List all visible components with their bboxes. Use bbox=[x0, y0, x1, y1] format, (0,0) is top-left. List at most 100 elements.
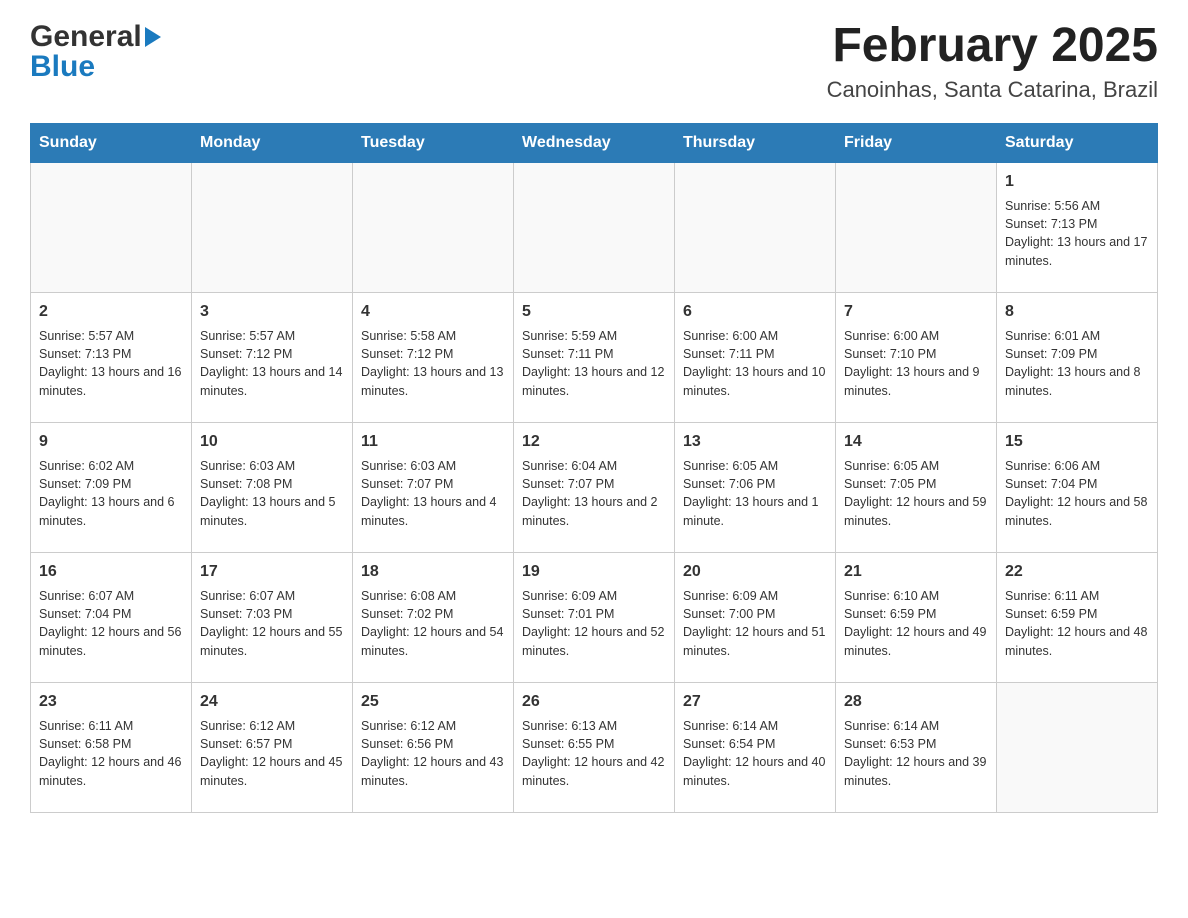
page-header: General Blue February 2025 Canoinhas, Sa… bbox=[30, 20, 1158, 103]
calendar-week-row: 1 Sunrise: 5:56 AMSunset: 7:13 PMDaylight… bbox=[31, 162, 1158, 292]
day-info: Sunrise: 5:57 AMSunset: 7:12 PMDaylight:… bbox=[200, 327, 344, 400]
day-info: Sunrise: 6:03 AMSunset: 7:07 PMDaylight:… bbox=[361, 457, 505, 530]
day-number: 28 bbox=[844, 691, 988, 713]
day-info: Sunrise: 6:07 AMSunset: 7:04 PMDaylight:… bbox=[39, 587, 183, 660]
day-info: Sunrise: 5:56 AMSunset: 7:13 PMDaylight:… bbox=[1005, 197, 1149, 270]
day-info: Sunrise: 6:07 AMSunset: 7:03 PMDaylight:… bbox=[200, 587, 344, 660]
day-of-week-header: Saturday bbox=[997, 123, 1158, 162]
day-of-week-header: Friday bbox=[836, 123, 997, 162]
day-info: Sunrise: 6:12 AMSunset: 6:56 PMDaylight:… bbox=[361, 717, 505, 790]
location-subtitle: Canoinhas, Santa Catarina, Brazil bbox=[827, 77, 1158, 103]
day-info: Sunrise: 6:14 AMSunset: 6:53 PMDaylight:… bbox=[844, 717, 988, 790]
day-of-week-header: Tuesday bbox=[353, 123, 514, 162]
day-info: Sunrise: 6:02 AMSunset: 7:09 PMDaylight:… bbox=[39, 457, 183, 530]
calendar-day-cell: 23 Sunrise: 6:11 AMSunset: 6:58 PMDayligh… bbox=[31, 682, 192, 812]
day-number: 13 bbox=[683, 431, 827, 453]
calendar-day-cell: 28 Sunrise: 6:14 AMSunset: 6:53 PMDayligh… bbox=[836, 682, 997, 812]
day-info: Sunrise: 6:03 AMSunset: 7:08 PMDaylight:… bbox=[200, 457, 344, 530]
logo-general-text: General bbox=[30, 20, 142, 54]
title-area: February 2025 Canoinhas, Santa Catarina,… bbox=[827, 20, 1158, 103]
day-number: 6 bbox=[683, 301, 827, 323]
day-number: 27 bbox=[683, 691, 827, 713]
day-number: 10 bbox=[200, 431, 344, 453]
calendar-day-cell: 1 Sunrise: 5:56 AMSunset: 7:13 PMDaylight… bbox=[997, 162, 1158, 292]
calendar-week-row: 2Sunrise: 5:57 AMSunset: 7:13 PMDaylight… bbox=[31, 292, 1158, 422]
calendar-day-cell: 18 Sunrise: 6:08 AMSunset: 7:02 PMDayligh… bbox=[353, 552, 514, 682]
calendar-day-cell: 19Sunrise: 6:09 AMSunset: 7:01 PMDayligh… bbox=[514, 552, 675, 682]
day-info: Sunrise: 5:59 AMSunset: 7:11 PMDaylight:… bbox=[522, 327, 666, 400]
calendar-day-cell: 9 Sunrise: 6:02 AMSunset: 7:09 PMDaylight… bbox=[31, 422, 192, 552]
calendar-day-cell: 20 Sunrise: 6:09 AMSunset: 7:00 PMDayligh… bbox=[675, 552, 836, 682]
day-number: 7 bbox=[844, 301, 988, 323]
calendar-day-cell bbox=[353, 162, 514, 292]
calendar-table: SundayMondayTuesdayWednesdayThursdayFrid… bbox=[30, 123, 1158, 813]
day-info: Sunrise: 5:57 AMSunset: 7:13 PMDaylight:… bbox=[39, 327, 183, 400]
day-info: Sunrise: 6:11 AMSunset: 6:58 PMDaylight:… bbox=[39, 717, 183, 790]
day-number: 12 bbox=[522, 431, 666, 453]
day-number: 20 bbox=[683, 561, 827, 583]
day-number: 14 bbox=[844, 431, 988, 453]
day-number: 21 bbox=[844, 561, 988, 583]
calendar-day-cell: 2Sunrise: 5:57 AMSunset: 7:13 PMDaylight… bbox=[31, 292, 192, 422]
day-info: Sunrise: 6:00 AMSunset: 7:10 PMDaylight:… bbox=[844, 327, 988, 400]
day-number: 24 bbox=[200, 691, 344, 713]
logo-arrow-icon bbox=[145, 27, 161, 47]
day-info: Sunrise: 6:04 AMSunset: 7:07 PMDaylight:… bbox=[522, 457, 666, 530]
day-info: Sunrise: 6:13 AMSunset: 6:55 PMDaylight:… bbox=[522, 717, 666, 790]
day-info: Sunrise: 6:10 AMSunset: 6:59 PMDaylight:… bbox=[844, 587, 988, 660]
day-number: 18 bbox=[361, 561, 505, 583]
calendar-body: 1 Sunrise: 5:56 AMSunset: 7:13 PMDaylight… bbox=[31, 162, 1158, 812]
calendar-day-cell bbox=[192, 162, 353, 292]
day-info: Sunrise: 6:06 AMSunset: 7:04 PMDaylight:… bbox=[1005, 457, 1149, 530]
day-of-week-header: Thursday bbox=[675, 123, 836, 162]
calendar-day-cell: 27 Sunrise: 6:14 AMSunset: 6:54 PMDayligh… bbox=[675, 682, 836, 812]
day-info: Sunrise: 6:00 AMSunset: 7:11 PMDaylight:… bbox=[683, 327, 827, 400]
day-info: Sunrise: 6:12 AMSunset: 6:57 PMDaylight:… bbox=[200, 717, 344, 790]
calendar-header: SundayMondayTuesdayWednesdayThursdayFrid… bbox=[31, 123, 1158, 162]
calendar-day-cell: 4Sunrise: 5:58 AMSunset: 7:12 PMDaylight… bbox=[353, 292, 514, 422]
day-number: 11 bbox=[361, 431, 505, 453]
day-info: Sunrise: 6:08 AMSunset: 7:02 PMDaylight:… bbox=[361, 587, 505, 660]
day-number: 22 bbox=[1005, 561, 1149, 583]
day-number: 4 bbox=[361, 301, 505, 323]
calendar-day-cell: 12 Sunrise: 6:04 AMSunset: 7:07 PMDayligh… bbox=[514, 422, 675, 552]
calendar-day-cell: 22 Sunrise: 6:11 AMSunset: 6:59 PMDayligh… bbox=[997, 552, 1158, 682]
calendar-day-cell: 15 Sunrise: 6:06 AMSunset: 7:04 PMDayligh… bbox=[997, 422, 1158, 552]
day-number: 23 bbox=[39, 691, 183, 713]
calendar-week-row: 23 Sunrise: 6:11 AMSunset: 6:58 PMDayligh… bbox=[31, 682, 1158, 812]
day-info: Sunrise: 6:11 AMSunset: 6:59 PMDaylight:… bbox=[1005, 587, 1149, 660]
calendar-day-cell: 24 Sunrise: 6:12 AMSunset: 6:57 PMDayligh… bbox=[192, 682, 353, 812]
calendar-day-cell: 10 Sunrise: 6:03 AMSunset: 7:08 PMDayligh… bbox=[192, 422, 353, 552]
day-number: 1 bbox=[1005, 171, 1149, 193]
logo: General Blue bbox=[30, 20, 161, 84]
calendar-day-cell: 6 Sunrise: 6:00 AMSunset: 7:11 PMDaylight… bbox=[675, 292, 836, 422]
day-of-week-header: Sunday bbox=[31, 123, 192, 162]
calendar-day-cell bbox=[997, 682, 1158, 812]
day-number: 9 bbox=[39, 431, 183, 453]
day-of-week-header: Monday bbox=[192, 123, 353, 162]
calendar-week-row: 16Sunrise: 6:07 AMSunset: 7:04 PMDayligh… bbox=[31, 552, 1158, 682]
calendar-week-row: 9 Sunrise: 6:02 AMSunset: 7:09 PMDaylight… bbox=[31, 422, 1158, 552]
calendar-day-cell: 3 Sunrise: 5:57 AMSunset: 7:12 PMDaylight… bbox=[192, 292, 353, 422]
day-number: 25 bbox=[361, 691, 505, 713]
calendar-day-cell: 16Sunrise: 6:07 AMSunset: 7:04 PMDayligh… bbox=[31, 552, 192, 682]
day-info: Sunrise: 6:09 AMSunset: 7:01 PMDaylight:… bbox=[522, 587, 666, 660]
calendar-day-cell: 25 Sunrise: 6:12 AMSunset: 6:56 PMDayligh… bbox=[353, 682, 514, 812]
day-info: Sunrise: 6:14 AMSunset: 6:54 PMDaylight:… bbox=[683, 717, 827, 790]
day-number: 5 bbox=[522, 301, 666, 323]
day-info: Sunrise: 6:05 AMSunset: 7:05 PMDaylight:… bbox=[844, 457, 988, 530]
day-number: 17 bbox=[200, 561, 344, 583]
calendar-day-cell: 26 Sunrise: 6:13 AMSunset: 6:55 PMDayligh… bbox=[514, 682, 675, 812]
calendar-day-cell: 17 Sunrise: 6:07 AMSunset: 7:03 PMDayligh… bbox=[192, 552, 353, 682]
day-number: 8 bbox=[1005, 301, 1149, 323]
day-of-week-header: Wednesday bbox=[514, 123, 675, 162]
calendar-day-cell: 21 Sunrise: 6:10 AMSunset: 6:59 PMDayligh… bbox=[836, 552, 997, 682]
calendar-day-cell bbox=[31, 162, 192, 292]
calendar-day-cell: 8Sunrise: 6:01 AMSunset: 7:09 PMDaylight… bbox=[997, 292, 1158, 422]
logo-blue-text: Blue bbox=[30, 50, 161, 84]
day-info: Sunrise: 6:09 AMSunset: 7:00 PMDaylight:… bbox=[683, 587, 827, 660]
calendar-day-cell: 5 Sunrise: 5:59 AMSunset: 7:11 PMDaylight… bbox=[514, 292, 675, 422]
day-number: 3 bbox=[200, 301, 344, 323]
day-number: 15 bbox=[1005, 431, 1149, 453]
day-number: 26 bbox=[522, 691, 666, 713]
